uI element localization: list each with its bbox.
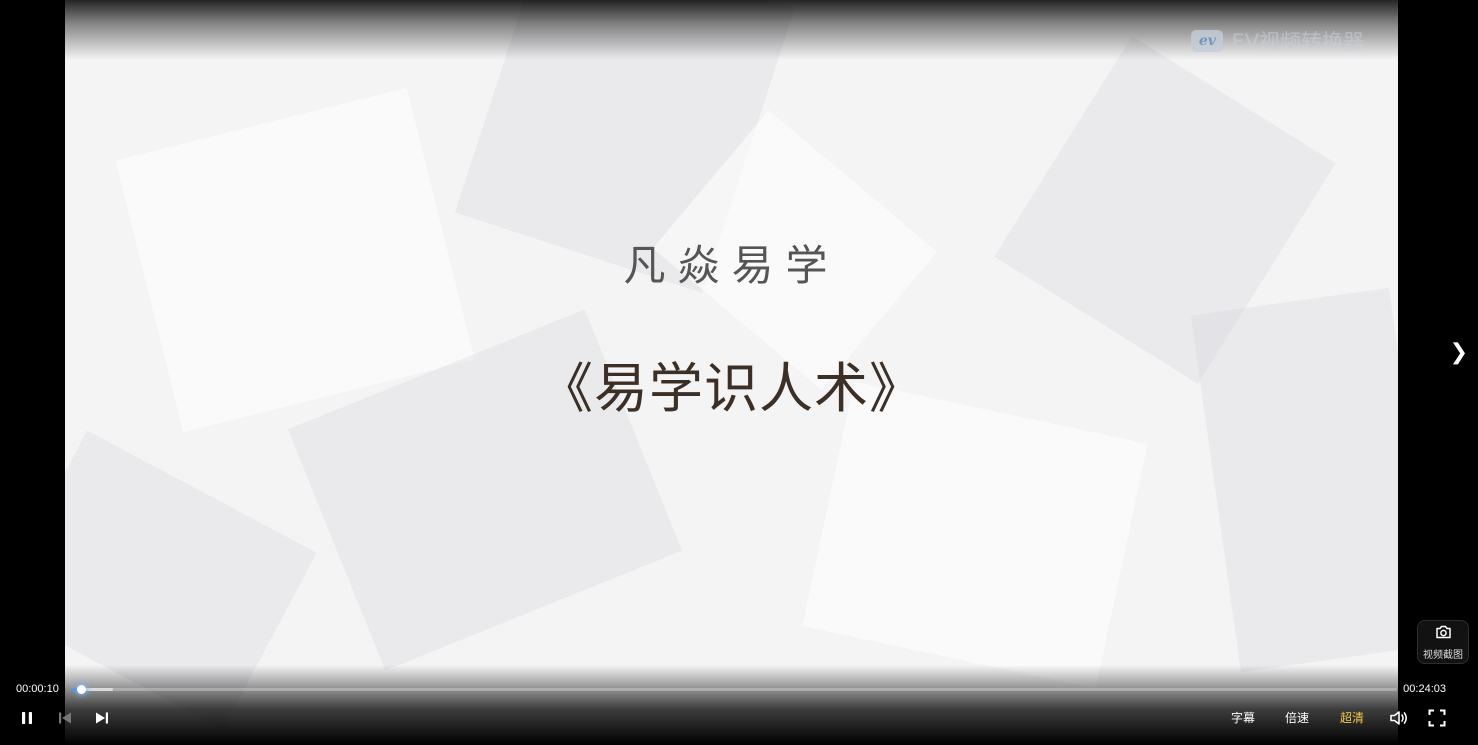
watermark-text: EV视频转换器 <box>1231 30 1364 54</box>
current-time: 00:00:10 <box>16 683 59 695</box>
quality-button[interactable]: 超清 <box>1340 709 1364 726</box>
next-episode-button[interactable] <box>91 706 113 730</box>
total-time: 00:24:03 <box>1403 683 1446 695</box>
fullscreen-icon <box>1428 709 1446 727</box>
subtitle-button[interactable]: 字幕 <box>1231 709 1255 726</box>
snapshot-label: 视频截图 <box>1423 649 1463 661</box>
play-pause-button[interactable] <box>16 706 38 730</box>
camera-icon <box>1435 624 1452 643</box>
volume-button[interactable] <box>1387 706 1411 730</box>
course-title: 《易学识人术》 <box>539 357 924 420</box>
volume-icon <box>1389 710 1409 726</box>
video-frame[interactable]: ev EV视频转换器 凡焱易学 《易学识人术》 <box>65 0 1398 745</box>
background-shape <box>802 381 1148 689</box>
watermark: ev EV视频转换器 <box>1191 26 1364 56</box>
video-player[interactable]: ev EV视频转换器 凡焱易学 《易学识人术》 ❯ 视频截图 00:00:10 … <box>0 0 1478 745</box>
brand-title: 凡焱易学 <box>623 241 840 290</box>
chevron-right-icon[interactable]: ❯ <box>1450 340 1468 365</box>
fullscreen-button[interactable] <box>1425 706 1449 730</box>
progress-bar[interactable] <box>72 685 1397 694</box>
next-episode-icon <box>95 711 109 725</box>
ev-logo-icon: ev <box>1191 30 1224 52</box>
video-snapshot-button[interactable]: 视频截图 <box>1417 620 1469 664</box>
prev-episode-icon <box>58 711 72 725</box>
pause-icon <box>21 711 33 725</box>
playback-speed-button[interactable]: 倍速 <box>1285 709 1309 726</box>
bottom-gradient <box>65 665 1398 745</box>
previous-episode-button[interactable] <box>54 706 76 730</box>
